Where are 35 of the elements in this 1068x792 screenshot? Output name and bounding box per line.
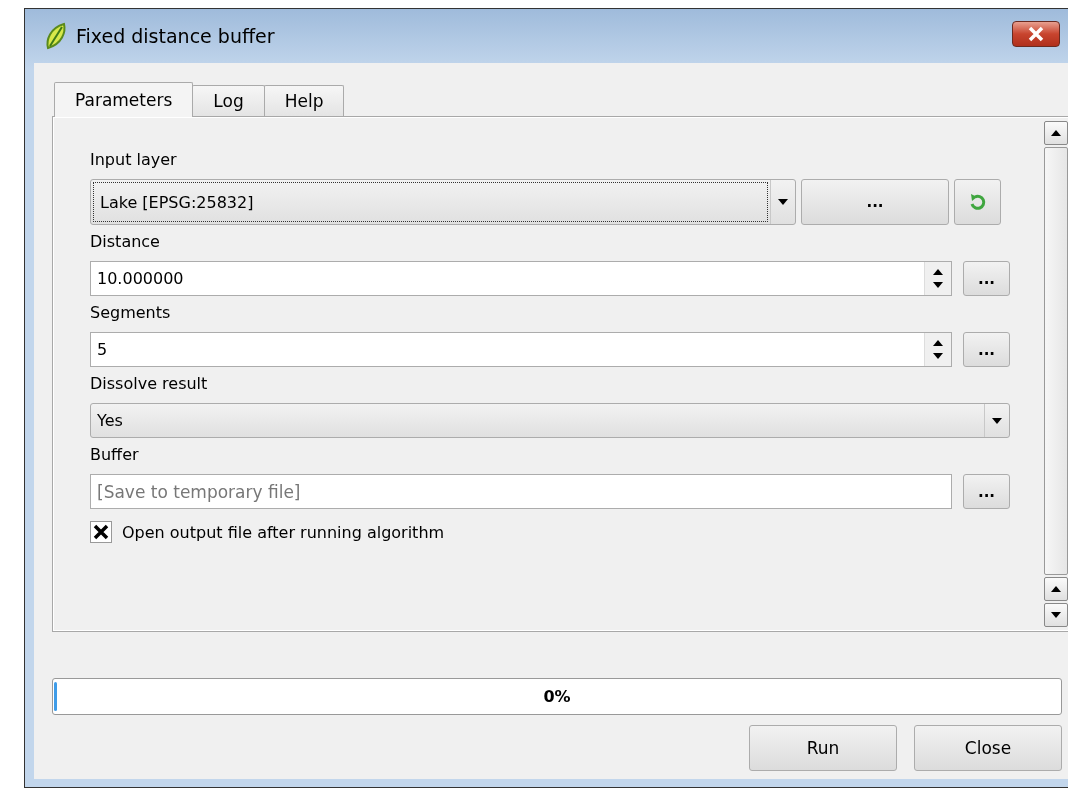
number-field[interactable]: 5 [90,332,952,367]
tab[interactable]: Help [263,85,345,116]
dropdown[interactable]: Yes [90,403,1010,438]
checkbox-label: Open output file after running algorithm [122,522,445,542]
field-label: Dissolve result [90,373,209,395]
spin-up-icon[interactable] [933,340,943,346]
browse-button[interactable]: ... [963,332,1010,367]
checkbox[interactable] [90,521,112,543]
browse-button[interactable]: ... [963,261,1010,296]
scroll-up-icon[interactable] [1051,586,1061,592]
tab[interactable]: Parameters [54,82,194,117]
tab[interactable]: Log [192,85,265,116]
scroll-up-icon[interactable] [1051,130,1061,136]
close-icon[interactable] [1012,21,1060,47]
progress-text: 0% [543,687,571,706]
layer-dropdown[interactable]: Lake [EPSG:25832] [90,179,796,225]
field-label: Segments [90,302,172,324]
spin-down-icon[interactable] [933,282,943,288]
dialog-button[interactable]: Run [749,725,897,771]
refresh-icon[interactable] [954,179,1001,225]
browse-button[interactable]: ... [801,179,949,225]
browse-button[interactable]: ... [963,474,1010,509]
dialog-button[interactable]: Close [914,725,1062,771]
dropdown-arrow-icon [992,417,1002,424]
field-label: Distance [90,231,161,253]
field-label: Buffer [90,444,140,466]
window-title: Fixed distance buffer [76,25,275,47]
dropdown-arrow-icon [778,199,788,205]
scrollbar[interactable] [1044,121,1068,627]
spin-up-icon[interactable] [933,269,943,275]
spin-down-icon[interactable] [933,353,943,359]
number-field[interactable]: 10.000000 [90,261,952,296]
field-label: Input layer [90,149,178,171]
output-field[interactable]: [Save to temporary file] [90,474,952,509]
scroll-down-icon[interactable] [1051,612,1061,618]
